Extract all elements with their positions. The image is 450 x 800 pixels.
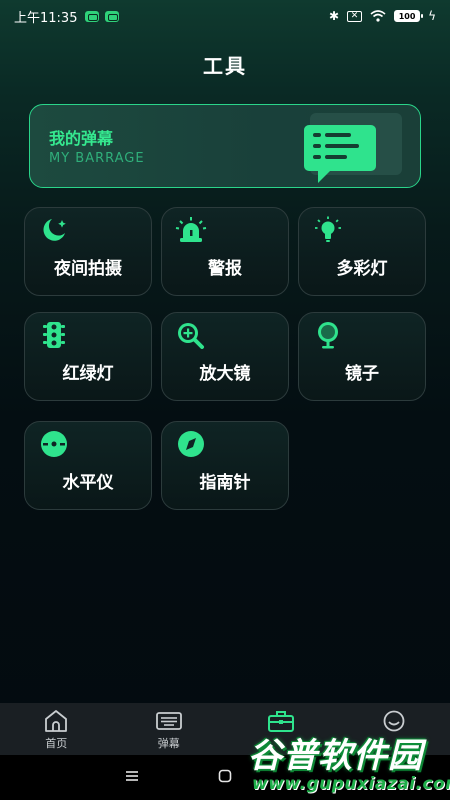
tool-label: 指南针 [199, 473, 251, 493]
tab-home[interactable]: 首页 [0, 703, 113, 755]
moon-icon [43, 219, 66, 241]
watermark: 谷普软件园 www.gupuxiazai.com [248, 728, 450, 800]
tool-compass[interactable]: 指南针 [161, 421, 289, 510]
watermark-url: www.gupuxiazai.com [252, 774, 450, 794]
tool-colorful-light[interactable]: 多彩灯 [298, 207, 426, 296]
level-icon [41, 431, 67, 457]
tab-label: 首页 [45, 737, 68, 750]
watermark-text: 谷普软件园 [248, 736, 423, 776]
tool-label: 镜子 [345, 364, 379, 384]
tool-mirror[interactable]: 镜子 [298, 312, 426, 401]
barrage-card-subtitle: MY BARRAGE [49, 151, 145, 166]
menu-icon[interactable] [125, 769, 139, 783]
notification-app-icon [105, 10, 120, 22]
tool-alarm[interactable]: 警报 [161, 207, 289, 296]
magnifier-icon [178, 323, 204, 349]
sim-off-icon: ✕ [347, 10, 363, 22]
tool-label: 夜间拍摄 [54, 259, 122, 279]
notification-app-icon [85, 10, 100, 22]
mirror-icon [318, 322, 338, 349]
bluetooth-icon: ✱ [329, 9, 340, 23]
status-time: 上午11:35 [14, 10, 78, 26]
wifi-icon [370, 10, 386, 22]
tool-label: 放大镜 [199, 364, 251, 384]
tool-label: 多彩灯 [336, 259, 388, 279]
traffic-light-icon [43, 322, 65, 348]
siren-icon [175, 217, 207, 242]
tool-night-shot[interactable]: 夜间拍摄 [24, 207, 152, 296]
page-title: 工具 [203, 54, 247, 78]
tab-barrage[interactable]: 弹幕 [113, 703, 226, 755]
home-button-icon[interactable] [218, 769, 232, 783]
status-bar: 上午11:35 ✱ ✕ 100 ϟ [0, 0, 450, 32]
tool-label: 警报 [208, 259, 242, 279]
compass-icon [178, 431, 204, 457]
my-barrage-card[interactable]: 我的弹幕 MY BARRAGE [29, 104, 421, 188]
home-icon [45, 710, 68, 732]
chat-bubble-icon [304, 113, 402, 183]
battery-indicator: 100 [394, 10, 424, 22]
tab-label: 弹幕 [157, 737, 180, 750]
tool-level[interactable]: 水平仪 [24, 421, 152, 510]
tool-traffic-light[interactable]: 红绿灯 [24, 312, 152, 401]
keyboard-icon [155, 712, 182, 730]
tool-label: 红绿灯 [62, 364, 114, 384]
charging-icon: ϟ [428, 9, 436, 23]
bulb-icon [315, 216, 341, 242]
tool-label: 水平仪 [62, 473, 114, 493]
tool-magnifier[interactable]: 放大镜 [161, 312, 289, 401]
barrage-card-title: 我的弹幕 [49, 129, 114, 148]
